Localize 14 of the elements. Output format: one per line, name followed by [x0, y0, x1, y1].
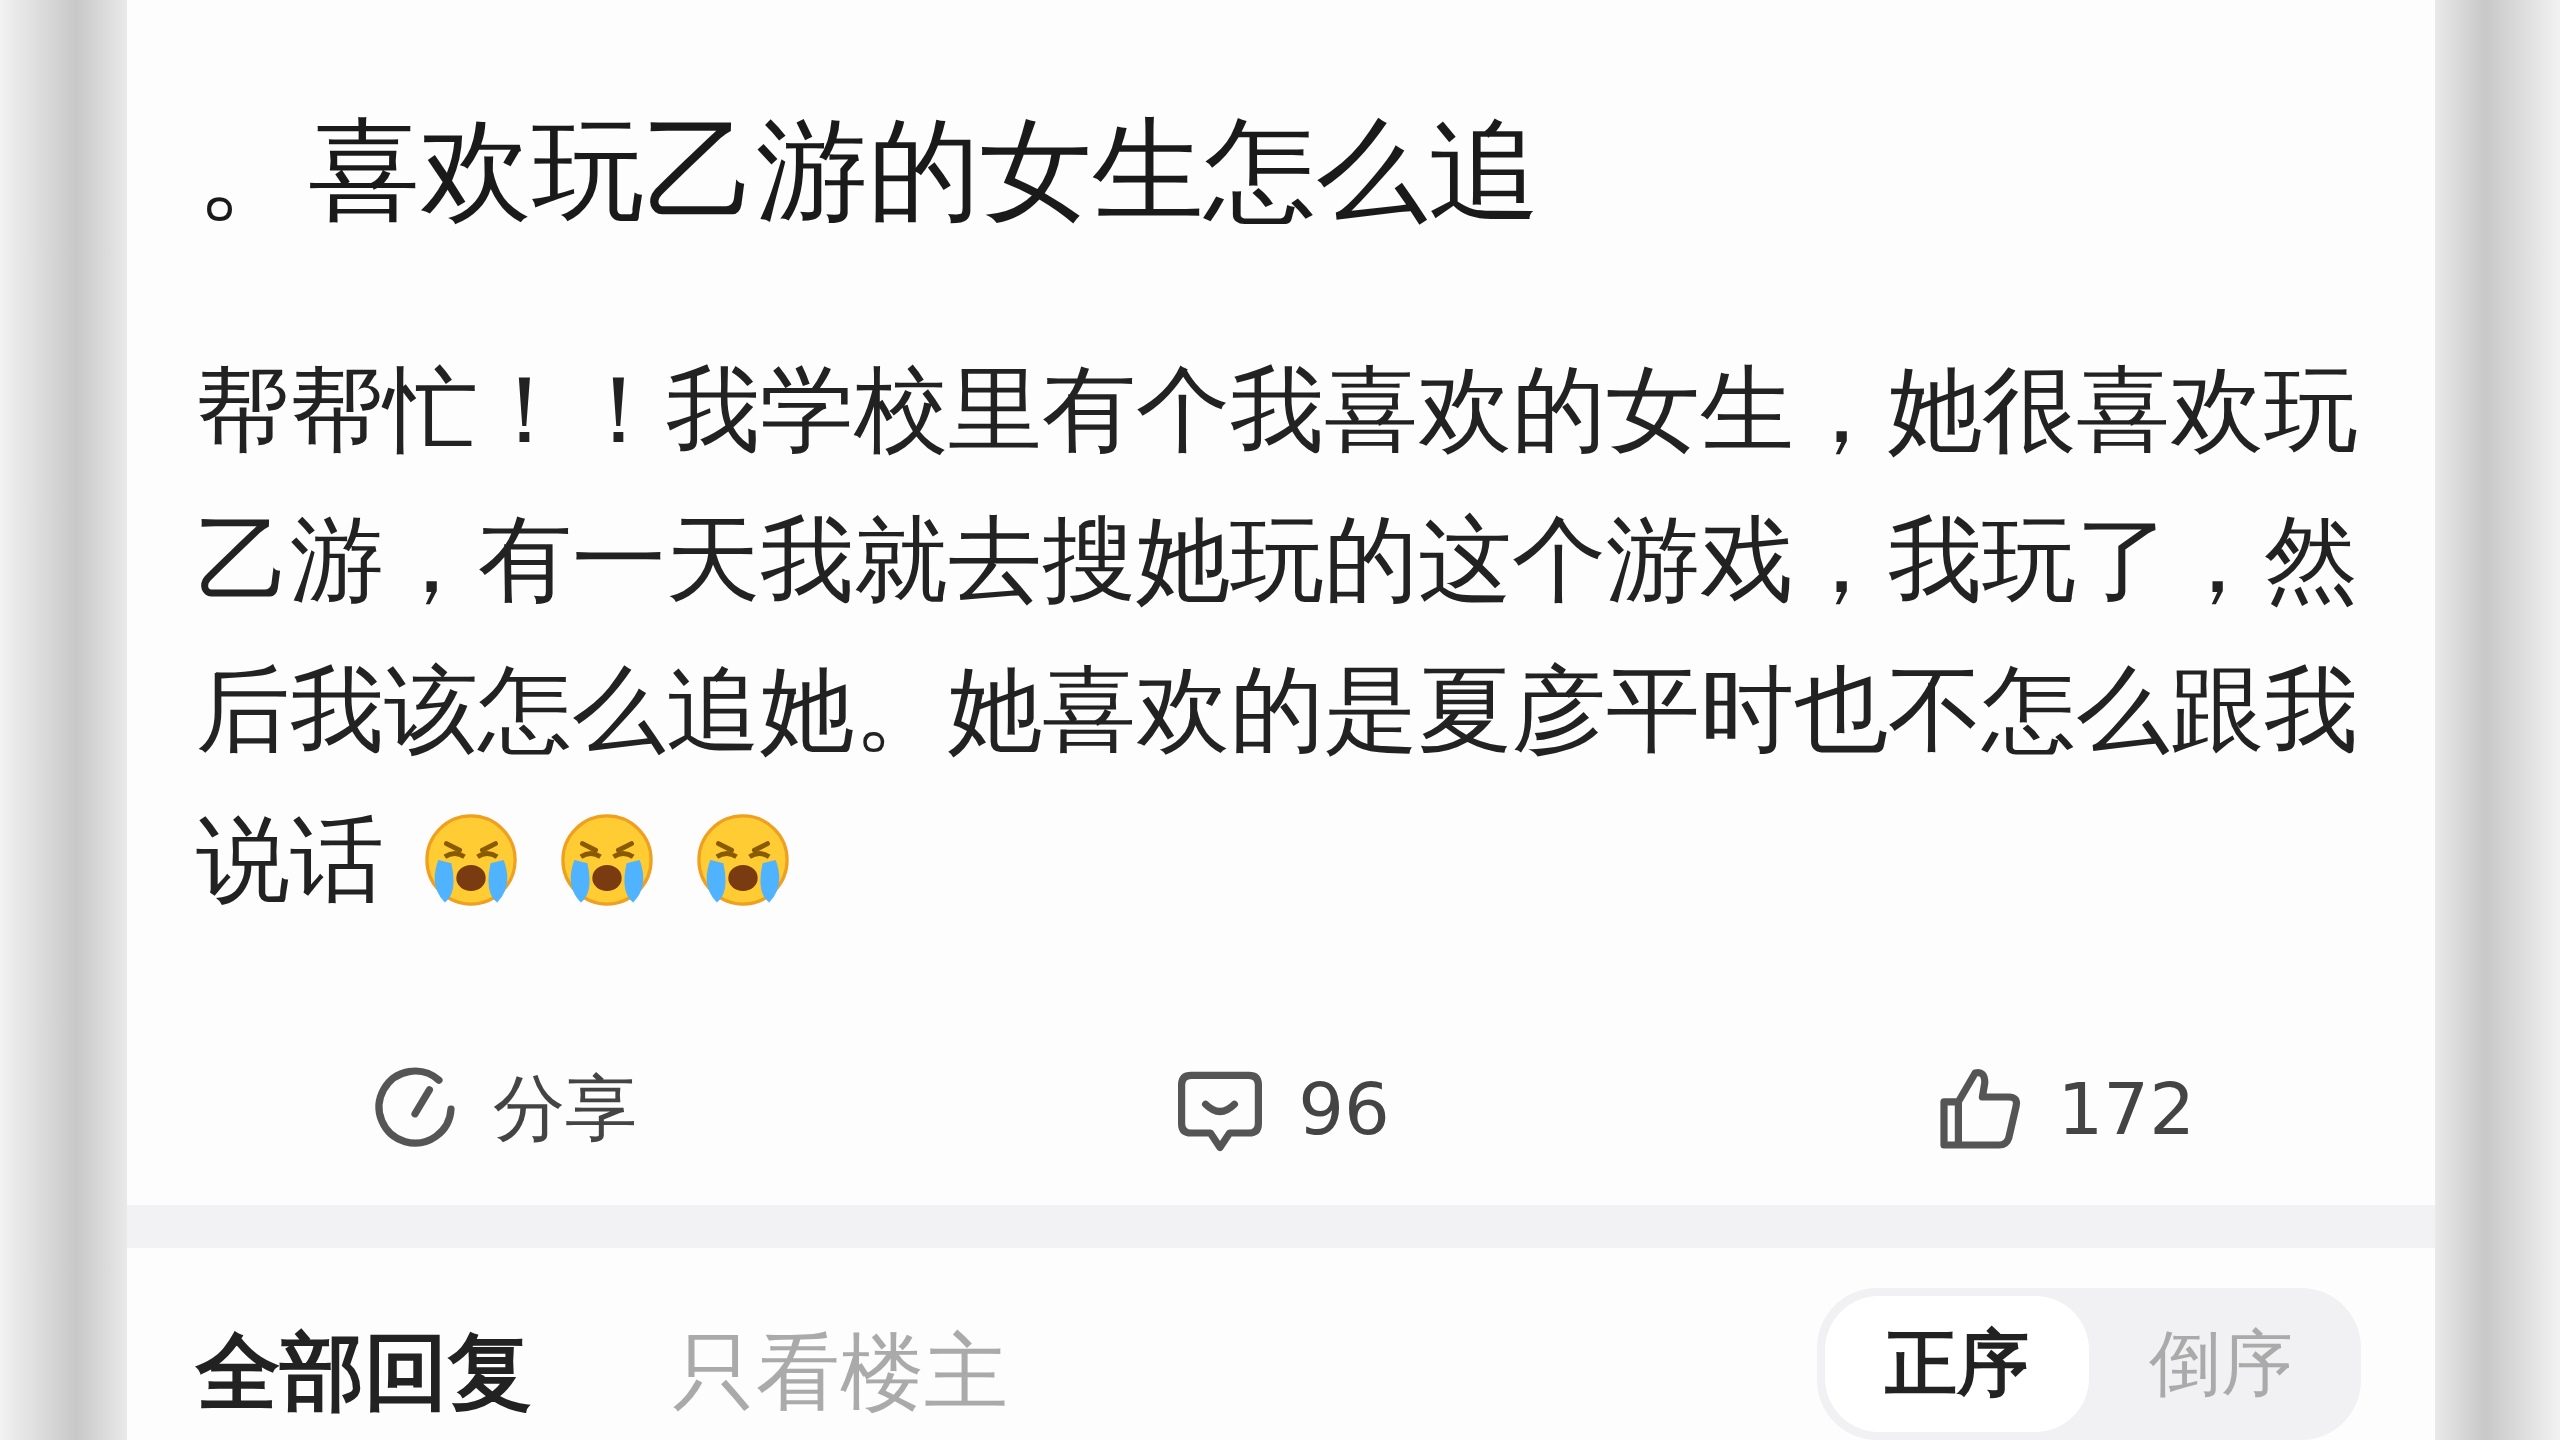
crying-face-icon — [558, 811, 656, 909]
reply-filter-tab[interactable]: 全部回复 — [196, 1316, 532, 1430]
post-body-line: 说话 — [196, 804, 384, 916]
sort-toggle[interactable]: 正序 倒序 — [1817, 1288, 2361, 1440]
post-action-button[interactable]: 分享 — [127, 1060, 977, 1157]
post-body-line: 后我该怎么追她。她喜欢的是夏彦平时也不怎么跟我 — [196, 654, 2358, 766]
crying-face-icon — [422, 811, 520, 909]
sort-option[interactable]: 正序 — [1825, 1296, 2089, 1432]
crying-face-icon — [694, 811, 792, 909]
post-action-button[interactable]: 172 — [1585, 1060, 2435, 1157]
post-body-line: 帮帮忙！！我学校里有个我喜欢的女生，她很喜欢玩 — [196, 354, 2358, 466]
post-body-line: 乙游，有一天我就去搜她玩的这个游戏，我玩了，然 — [196, 504, 2358, 616]
post-action-button[interactable]: 96 — [976, 1060, 1586, 1157]
post-title: 。喜欢玩乙游的女生怎么追 — [196, 104, 1541, 237]
